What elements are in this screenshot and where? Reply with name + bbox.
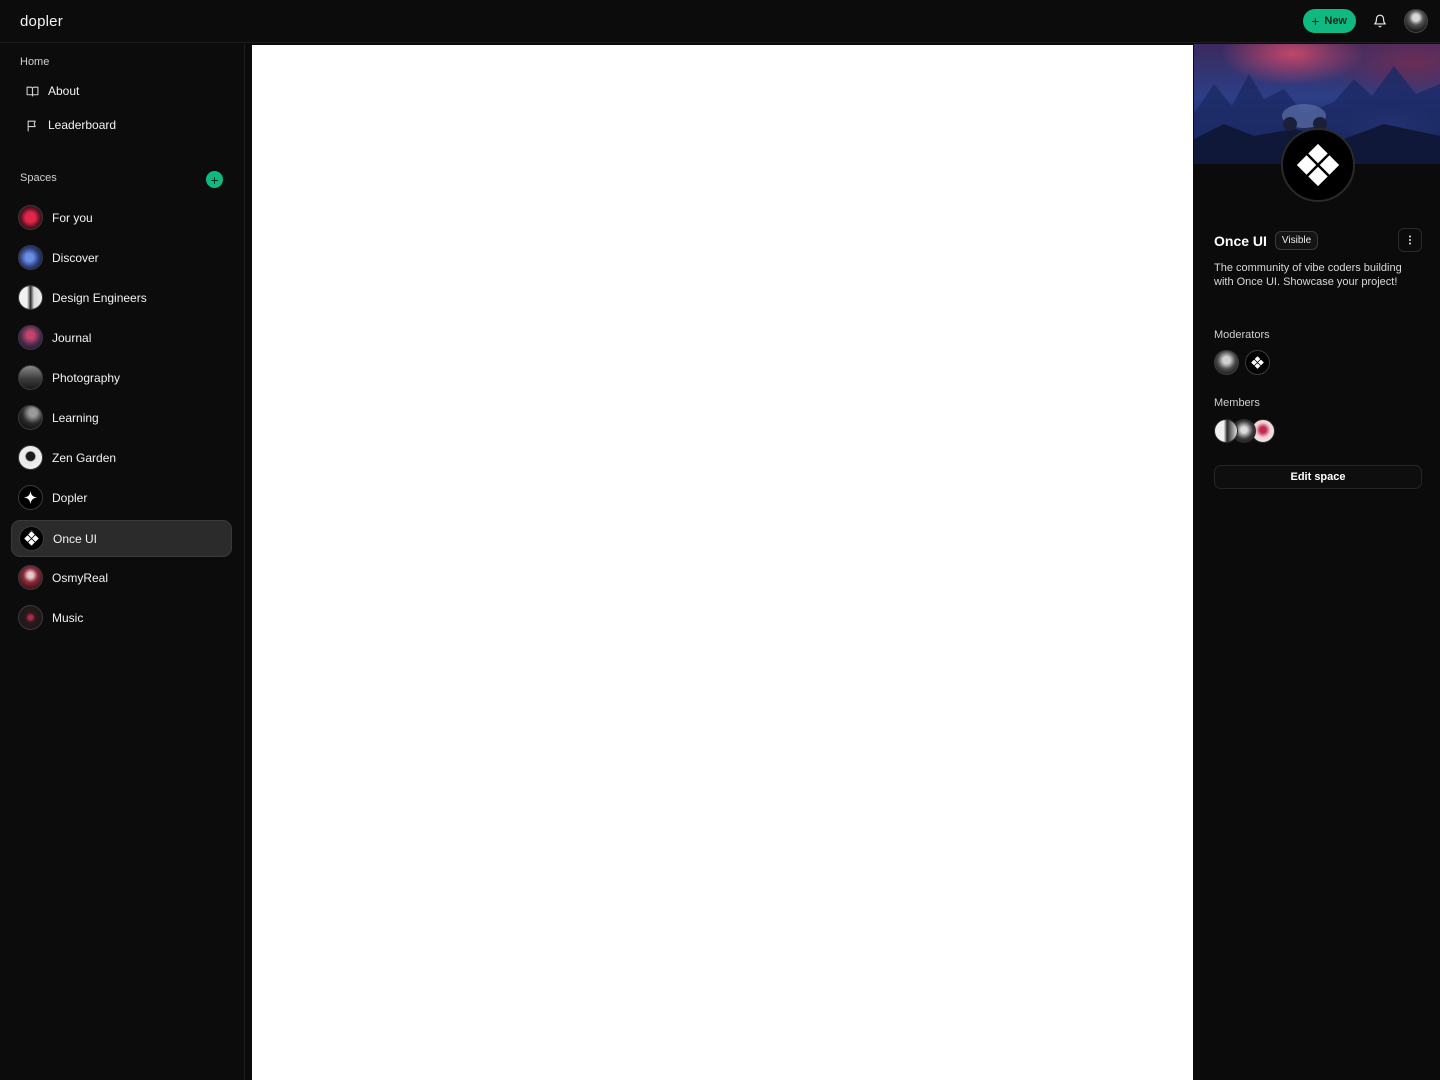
space-item-learning[interactable]: Learning — [11, 399, 232, 436]
sidebar-item-label: Leaderboard — [48, 118, 117, 132]
space-label: Music — [52, 610, 84, 625]
space-avatar — [18, 285, 43, 310]
space-avatar — [18, 245, 43, 270]
new-button[interactable]: + New — [1303, 9, 1356, 33]
spaces-label: Spaces — [20, 172, 57, 184]
once-ui-logo-icon — [1293, 140, 1343, 190]
main-content — [252, 45, 1193, 1080]
space-description: The community of vibe coders building wi… — [1214, 262, 1402, 288]
members-label: Members — [1214, 397, 1260, 409]
more-vertical-icon — [1409, 235, 1411, 245]
space-avatar — [19, 526, 44, 551]
space-item-for-you[interactable]: For you — [11, 199, 232, 236]
space-avatar — [18, 485, 43, 510]
space-item-zen-garden[interactable]: Zen Garden — [11, 439, 232, 476]
sidebar-item-label: About — [48, 84, 80, 98]
visibility-badge: Visible — [1274, 231, 1319, 250]
space-item-photography[interactable]: Photography — [11, 359, 232, 396]
bell-icon — [1374, 14, 1386, 28]
flag-icon — [27, 120, 36, 131]
plus-icon: + — [1311, 13, 1320, 29]
space-label: Photography — [52, 370, 121, 385]
space-item-dopler[interactable]: Dopler — [11, 479, 232, 516]
book-icon — [26, 86, 39, 96]
space-label: For you — [52, 210, 93, 225]
sidebar: Home About Leaderboard Spaces + For you … — [0, 44, 245, 1080]
app-logo[interactable]: dopler — [20, 13, 63, 30]
space-avatar — [18, 325, 43, 350]
member-avatar[interactable] — [1214, 419, 1238, 443]
once-ui-logo-icon — [23, 530, 40, 547]
space-item-music[interactable]: Music — [11, 599, 232, 636]
space-label: Zen Garden — [52, 450, 117, 465]
moderator-avatar[interactable] — [1245, 350, 1270, 375]
space-avatar — [18, 405, 43, 430]
space-item-osmyreal[interactable]: OsmyReal — [11, 559, 232, 596]
space-label: Journal — [52, 330, 92, 345]
space-item-discover[interactable]: Discover — [11, 239, 232, 276]
space-item-design-engineers[interactable]: Design Engineers — [11, 279, 232, 316]
space-label: OsmyReal — [52, 570, 109, 585]
top-bar: dopler + New — [0, 0, 1440, 43]
edit-space-button[interactable]: Edit space — [1214, 465, 1422, 489]
sidebar-item-leaderboard[interactable]: Leaderboard — [26, 118, 116, 132]
space-label: Once UI — [53, 531, 98, 546]
space-item-journal[interactable]: Journal — [11, 319, 232, 356]
space-label: Design Engineers — [52, 290, 147, 305]
space-details-panel: Once UI Visible The community of vibe co… — [1194, 44, 1440, 1080]
add-space-button[interactable]: + — [206, 171, 223, 188]
moderator-avatar[interactable] — [1214, 350, 1239, 375]
space-avatar — [18, 205, 43, 230]
space-avatar — [18, 605, 43, 630]
space-avatar — [18, 445, 43, 470]
user-avatar[interactable] — [1404, 9, 1428, 33]
space-label: Discover — [52, 250, 99, 265]
space-item-once-ui[interactable]: Once UI — [11, 520, 232, 557]
space-avatar — [18, 565, 43, 590]
plus-icon: + — [210, 171, 219, 188]
top-actions: + New — [1303, 7, 1428, 35]
space-logo — [1281, 128, 1355, 202]
space-label: Learning — [52, 410, 99, 425]
new-button-label: New — [1324, 15, 1347, 27]
notifications-button[interactable] — [1366, 7, 1394, 35]
home-label[interactable]: Home — [20, 56, 49, 68]
space-name: Once UI — [1214, 232, 1267, 249]
more-options-button[interactable] — [1398, 228, 1422, 252]
space-label: Dopler — [52, 490, 88, 505]
space-avatar — [18, 365, 43, 390]
once-ui-logo-icon — [1250, 355, 1265, 370]
sparkle-icon — [23, 490, 38, 505]
sidebar-item-about[interactable]: About — [26, 84, 79, 98]
moderators-label: Moderators — [1214, 329, 1270, 341]
space-title-row: Once UI Visible — [1214, 231, 1319, 250]
